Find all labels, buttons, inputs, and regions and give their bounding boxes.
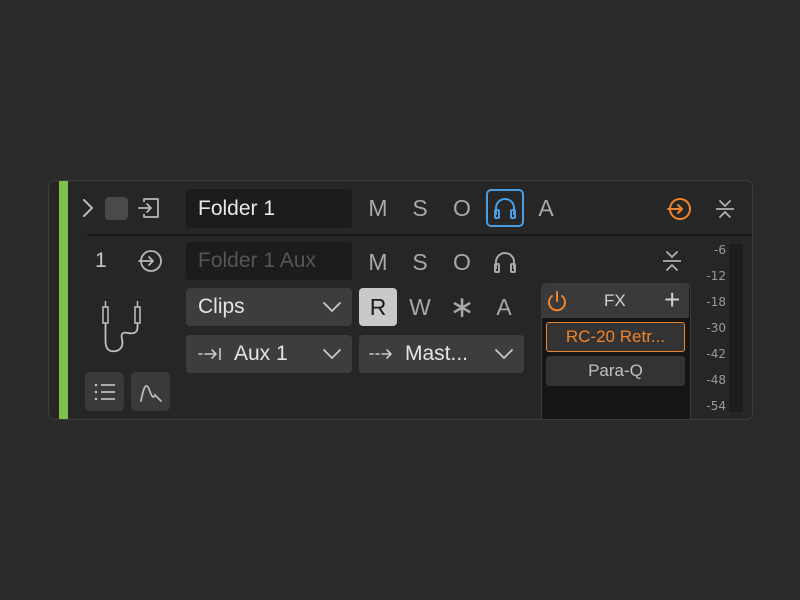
headphones-monitor-button[interactable] [486,189,524,227]
aux-monitor-button[interactable]: O [447,247,477,277]
headphones-icon [494,198,516,219]
latch-mode-button[interactable]: A [489,292,519,322]
folder-track-name-text: Folder 1 [198,196,276,220]
track-color-strip[interactable] [59,181,68,419]
fx-slot-rc20[interactable]: RC-20 Retr... [546,322,685,352]
folder-input-icon[interactable] [135,194,163,222]
chevron-down-icon [323,349,341,360]
expand-chevron-icon[interactable] [77,195,99,221]
write-mode-button[interactable]: W [405,292,435,322]
read-mode-label: R [369,293,387,320]
clips-dropdown-label: Clips [198,295,245,318]
fx-label: FX [604,291,626,310]
touch-mode-button[interactable]: ∗ [447,291,477,324]
meter-tick-label: -6 [714,243,726,257]
fx-chain: FX + RC-20 Retr... Para-Q [541,283,691,419]
meter-tick-label: -30 [706,321,726,335]
read-mode-button[interactable]: R [359,288,397,326]
collapse-track-icon[interactable] [658,247,686,275]
aux-solo-button[interactable]: S [405,247,435,277]
track-divider [87,234,752,236]
fx-slot-name: Para-Q [588,361,643,380]
waveform-icon [139,384,162,402]
aux-input-icon[interactable] [136,247,164,275]
meter-tick-label: -48 [706,373,726,387]
input-routing-label: Aux 1 [234,342,288,365]
fx-add-button[interactable]: + [664,284,680,316]
output-routing-dropdown[interactable]: Mast... [359,335,524,373]
input-routing-dropdown[interactable]: Aux 1 [186,335,352,373]
clips-dropdown[interactable]: Clips [186,288,352,326]
track-number: 1 [95,249,107,272]
envelope-button[interactable] [131,372,170,411]
monitor-button[interactable]: O [447,193,477,223]
chevron-down-icon [495,349,513,360]
resize-track-icon[interactable] [711,195,739,223]
track-list-button[interactable] [85,372,124,411]
fx-power-icon[interactable] [544,289,570,315]
record-arm-square[interactable] [105,197,128,220]
level-meter [729,244,743,412]
meter-tick-label: -42 [706,347,726,361]
meter-tick-label: -12 [706,269,726,283]
fx-slot-name: RC-20 Retr... [565,327,666,346]
output-routing-label: Mast... [405,342,469,365]
automation-button[interactable]: A [531,193,561,223]
chevron-down-icon [323,302,341,313]
folder-track-name[interactable]: Folder 1 [186,189,352,228]
output-route-icon [369,349,392,359]
fx-header: FX + [542,284,689,318]
meter-tick-label: -54 [706,399,726,413]
mute-button[interactable]: M [363,193,393,223]
list-icon [94,383,115,400]
track-panel: Folder 1 M S O A 1 Folder 1 Aux M S O Cl… [48,180,753,420]
audio-cable-icon [93,297,149,359]
aux-track-name-placeholder: Folder 1 Aux [198,249,316,272]
input-route-orange-icon[interactable] [665,195,693,223]
aux-headphones-icon[interactable] [490,247,520,277]
input-route-icon [198,348,221,360]
meter-tick-label: -18 [706,295,726,309]
aux-track-name[interactable]: Folder 1 Aux [186,242,352,280]
aux-mute-button[interactable]: M [363,247,393,277]
fx-slot-paraq[interactable]: Para-Q [546,356,685,386]
solo-button[interactable]: S [405,193,435,223]
